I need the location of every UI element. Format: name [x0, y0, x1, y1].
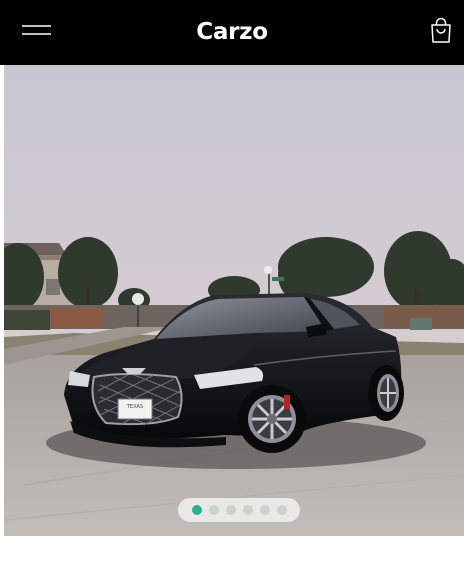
car-photo: TEXAS — [4, 65, 464, 536]
carousel-dot-2[interactable] — [208, 505, 219, 515]
shopping-bag-icon — [431, 17, 451, 43]
app-screen: Carzo TEXAS — [0, 0, 464, 566]
cart-button[interactable] — [428, 17, 454, 45]
hero-image-carousel[interactable]: TEXAS — [4, 65, 464, 536]
carousel-indicator — [178, 498, 300, 522]
hamburger-menu-icon — [22, 25, 51, 35]
carousel-dot-1[interactable] — [191, 505, 202, 515]
license-plate-text: TEXAS — [126, 404, 143, 410]
carousel-dot-3[interactable] — [225, 505, 236, 515]
carousel-dot-5[interactable] — [259, 505, 270, 515]
brand-title: Carzo — [196, 19, 268, 45]
top-bar: Carzo — [0, 0, 464, 65]
menu-button[interactable] — [20, 19, 54, 43]
carousel-dot-6[interactable] — [276, 505, 287, 515]
carousel-dot-4[interactable] — [242, 505, 253, 515]
